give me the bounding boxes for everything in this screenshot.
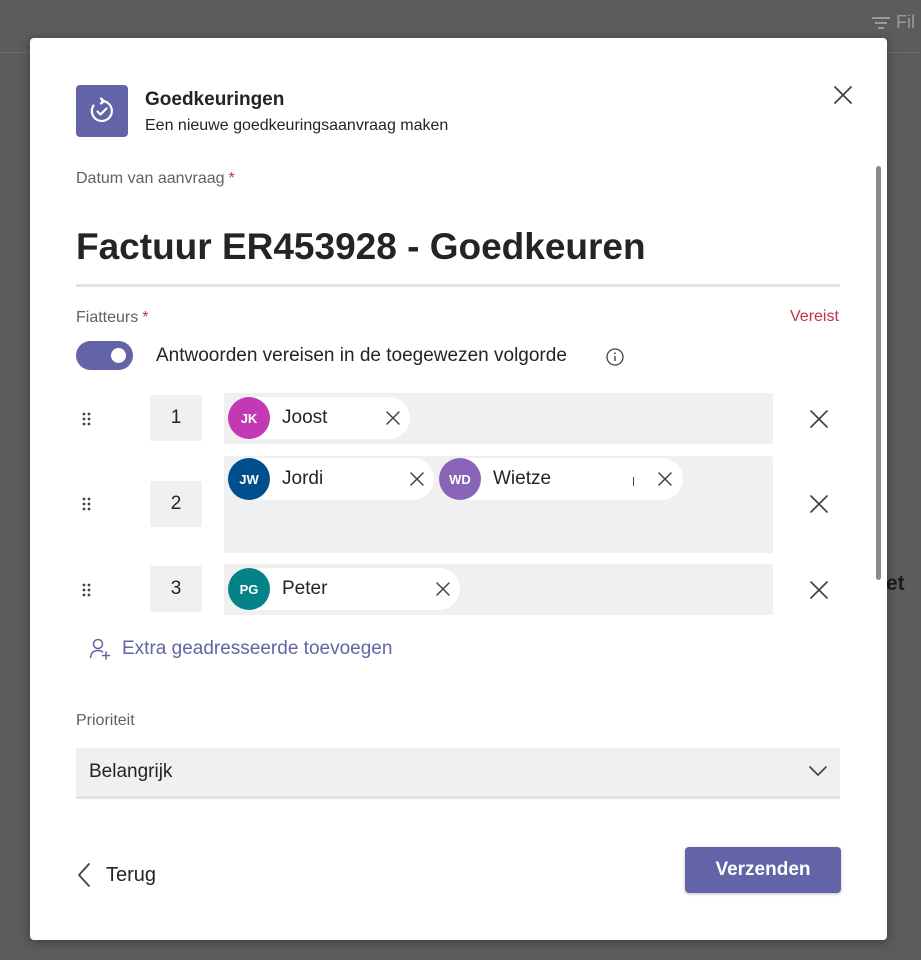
person-name: Jordi [282, 468, 324, 489]
priority-label: Prioriteit [76, 712, 135, 729]
send-button[interactable]: Verzenden [685, 847, 841, 893]
filter-label: Fil [896, 12, 915, 32]
dialog-subtitle: Een nieuwe goedkeuringsaanvraag maken [145, 117, 449, 134]
remove-row-button[interactable] [808, 493, 830, 515]
people-picker-row-2[interactable]: JW Jordi WD Wietze [224, 456, 773, 553]
avatar: JW [228, 458, 270, 500]
close-button[interactable] [830, 82, 856, 108]
remove-person-icon[interactable] [435, 581, 451, 597]
person-chip: JK Joost [228, 397, 410, 439]
back-label: Terug [106, 863, 157, 886]
people-picker-row-3[interactable]: PG Peter [224, 564, 773, 615]
add-person-icon [89, 638, 111, 660]
approver-order-number: 2 [150, 481, 202, 527]
remove-row-button[interactable] [808, 408, 830, 430]
filter-button[interactable]: Fil [872, 12, 915, 33]
request-title-field[interactable]: Factuur ER453928 - Goedkeuren [76, 222, 840, 287]
toggle-knob [111, 348, 126, 363]
approvers-label-text: Fiatteurs [76, 309, 139, 326]
remove-row-button[interactable] [808, 579, 830, 601]
info-icon[interactable] [606, 348, 624, 366]
avatar: PG [228, 568, 270, 610]
close-icon [834, 86, 852, 104]
back-button[interactable]: Terug [76, 862, 156, 888]
sequential-order-toggle[interactable] [76, 341, 133, 370]
drag-handle-icon[interactable] [80, 411, 94, 427]
chevron-left-icon [78, 863, 90, 887]
priority-value: Belangrijk [89, 761, 173, 782]
date-label-text: Datum van aanvraag [76, 170, 225, 187]
close-icon [810, 410, 828, 428]
person-name: Peter [282, 578, 328, 599]
approval-dialog: Goedkeuringen Een nieuwe goedkeuringsaan… [30, 38, 887, 940]
required-mark: * [142, 309, 149, 326]
toggle-label: Antwoorden vereisen in de toegewezen vol… [156, 345, 567, 366]
scrollbar[interactable] [876, 166, 881, 580]
close-icon [810, 495, 828, 513]
approver-order-number: 3 [150, 566, 202, 612]
required-mark: * [228, 170, 235, 187]
approvers-label: Fiatteurs * [76, 309, 148, 327]
person-name: Wietze [493, 468, 552, 489]
remove-person-icon[interactable] [409, 471, 425, 487]
date-label: Datum van aanvraag * [76, 170, 235, 188]
avatar: JK [228, 397, 270, 439]
remove-person-icon[interactable] [657, 471, 673, 487]
drag-handle-icon[interactable] [80, 582, 94, 598]
text-cursor [633, 477, 634, 486]
dialog-title: Goedkeuringen [145, 89, 285, 110]
drag-handle-icon[interactable] [80, 496, 94, 512]
person-name: Joost [282, 407, 328, 428]
chevron-down-icon [809, 766, 827, 776]
background-text: et [886, 572, 905, 595]
filter-icon [872, 16, 890, 30]
add-recipient-link[interactable]: Extra geadresseerde toevoegen [88, 637, 392, 661]
avatar: WD [439, 458, 481, 500]
priority-dropdown[interactable]: Belangrijk [76, 748, 840, 799]
add-recipient-label: Extra geadresseerde toevoegen [122, 638, 393, 659]
person-chip: JW Jordi [228, 458, 434, 500]
close-icon [810, 581, 828, 599]
person-chip: PG Peter [228, 568, 460, 610]
people-picker-row-1[interactable]: JK Joost [224, 393, 773, 444]
approvals-icon [76, 85, 128, 137]
person-chip: WD Wietze [439, 458, 683, 500]
approver-order-number: 1 [150, 395, 202, 441]
required-notice: Vereist [790, 308, 839, 325]
remove-person-icon[interactable] [385, 410, 401, 426]
